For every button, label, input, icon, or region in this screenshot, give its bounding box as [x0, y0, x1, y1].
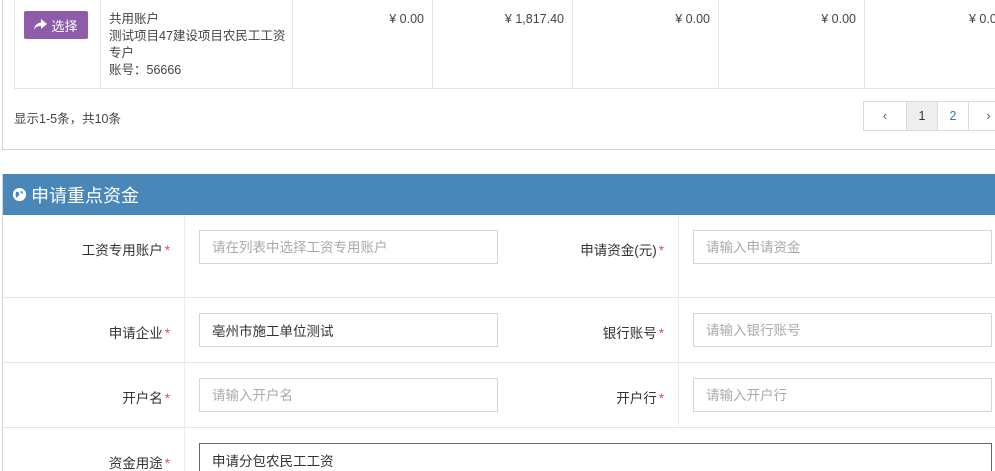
bank-account-input[interactable] — [693, 313, 992, 347]
share-arrow-icon — [34, 18, 48, 33]
page-1-button[interactable]: 1 — [906, 101, 938, 131]
purpose-label: 资金用途 * — [108, 456, 170, 471]
wage-account-input[interactable] — [199, 230, 498, 264]
next-page-button[interactable]: › — [968, 101, 995, 131]
form-row: 工资专用账户* 申请资金(元)* — [3, 215, 995, 298]
panel-header: 申请重点资金 — [3, 174, 995, 215]
table-row: 选择 共用账户 测试项目47建设项目农民工工资 专户 账号：56666 ¥ 0.… — [14, 0, 995, 89]
panel-title: 申请重点资金 — [31, 185, 139, 206]
amount-value: ¥ 0.00 — [821, 12, 856, 26]
page-2-button[interactable]: 2 — [937, 101, 969, 131]
bank-account-label: 银行账号 * — [602, 326, 664, 341]
bank-input[interactable] — [693, 378, 992, 412]
prev-page-button[interactable]: ‹ — [863, 101, 907, 131]
select-cell: 选择 — [15, 0, 101, 88]
account-number: 账号：56666 — [109, 63, 182, 77]
purpose-input[interactable] — [199, 443, 992, 471]
amount-cell: ¥ 0.00 — [719, 0, 865, 88]
amount-cell: ¥ 0.0 — [865, 0, 995, 88]
apply-funds-panel: 申请重点资金 工资专用账户* 申请资金(元)* 申请企业* 银行账号* — [2, 174, 995, 471]
company-input[interactable] — [199, 313, 498, 347]
apply-amount-label: 申请资金(元) * — [580, 243, 664, 258]
pagination-summary: 显示1-5条，共10条 — [14, 112, 121, 126]
account-type: 共用账户 — [109, 12, 160, 26]
account-name-input[interactable] — [199, 378, 498, 412]
amount-value: ¥ 0.00 — [389, 12, 424, 26]
account-table-panel: 选择 共用账户 测试项目47建设项目农民工工资 专户 账号：56666 ¥ 0.… — [2, 0, 995, 150]
form-row: 开户名* 开户行* — [3, 363, 995, 428]
amount-value: ¥ 0.00 — [675, 12, 710, 26]
pagination: ‹ 1 2 › — [863, 101, 995, 131]
company-label: 申请企业 * — [108, 326, 170, 341]
amount-value: ¥ 1,817.40 — [504, 12, 564, 26]
select-button-label: 选择 — [51, 18, 78, 34]
globe-icon — [13, 188, 26, 201]
account-project-cont: 专户 — [109, 46, 135, 60]
bank-label: 开户行 * — [616, 391, 664, 406]
amount-cell: ¥ 1,817.40 — [433, 0, 573, 88]
amount-value: ¥ 0.0 — [969, 12, 995, 26]
wage-account-label: 工资专用账户 * — [81, 243, 170, 258]
form-row: 申请企业* 银行账号* — [3, 298, 995, 363]
form-row: 资金用途 * — [3, 428, 995, 471]
account-name-label: 开户名 * — [122, 391, 170, 406]
apply-amount-input[interactable] — [693, 230, 992, 264]
account-cell: 共用账户 测试项目47建设项目农民工工资 专户 账号：56666 — [101, 0, 293, 88]
account-project: 测试项目47建设项目农民工工资 — [109, 29, 286, 43]
amount-cell: ¥ 0.00 — [293, 0, 433, 88]
select-button[interactable]: 选择 — [24, 11, 88, 39]
amount-cell: ¥ 0.00 — [573, 0, 719, 88]
